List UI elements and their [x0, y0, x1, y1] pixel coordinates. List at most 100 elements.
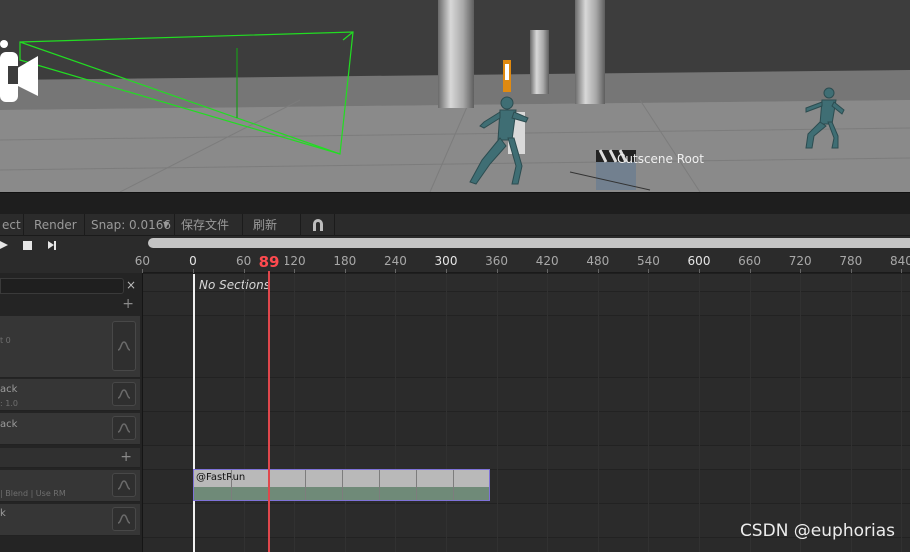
curve-icon: [117, 423, 131, 433]
add-track-button[interactable]: +: [122, 296, 134, 312]
ruler-tick-mark: [749, 269, 751, 273]
curve-icon: [117, 389, 131, 399]
ruler-tick-mark: [597, 269, 599, 273]
ruler-tick-label: 60: [235, 254, 252, 268]
track-list-panel: × + t 0 ack : 1.0 ack + | Blend | Use RM…: [0, 252, 143, 552]
snap-dropdown[interactable]: Snap: 0.0166: [85, 214, 175, 236]
cutscene-root-label[interactable]: Cutscene Root: [617, 152, 704, 166]
grid-line: [446, 274, 447, 552]
ruler-tick-mark: [496, 269, 498, 273]
curve-icon: [117, 341, 131, 351]
clip-frame-divider: [453, 470, 454, 500]
curve-icon: [117, 480, 131, 490]
stop-icon[interactable]: [21, 238, 35, 252]
watermark: CSDN @euphorias: [739, 521, 895, 541]
curve-icon: [117, 514, 131, 524]
clip-label: @FastRun: [196, 472, 246, 483]
chevron-down-icon: ▼: [163, 220, 170, 229]
ruler-tick-label: 720: [788, 254, 812, 268]
curve-button[interactable]: [112, 416, 136, 440]
ruler-tick-label: 420: [535, 254, 559, 268]
ruler-tick-mark: [294, 269, 296, 273]
grid-line: [901, 274, 903, 552]
grid-line: [749, 274, 751, 552]
ruler-tick-mark: [243, 269, 245, 273]
close-icon[interactable]: ×: [126, 278, 136, 292]
grid-line: [294, 274, 296, 552]
panel-divider[interactable]: [0, 192, 910, 214]
track-title: ack: [0, 384, 18, 395]
group-header[interactable]: +: [0, 448, 140, 468]
step-forward-icon[interactable]: [45, 238, 59, 252]
track-search-input[interactable]: [0, 278, 124, 294]
ruler-tick-label: 240: [383, 254, 407, 268]
grid-line: [496, 274, 498, 552]
animation-clip[interactable]: @FastRun: [193, 469, 490, 501]
snap-value: Snap: 0.0166: [91, 218, 172, 232]
curve-button[interactable]: [112, 382, 136, 406]
ruler-tick-label: 300: [434, 254, 458, 268]
ruler-tick-label: 180: [333, 254, 357, 268]
track-sub: t 0: [0, 336, 11, 345]
grid-line: [648, 274, 650, 552]
track-row[interactable]: t 0: [0, 316, 140, 378]
track-title: k: [0, 508, 6, 519]
toolbar-partial-button[interactable]: ect: [0, 214, 24, 236]
render-button[interactable]: Render: [28, 214, 85, 236]
scene-render: [0, 0, 910, 192]
ruler-tick-mark: [344, 269, 346, 273]
playhead-line[interactable]: [268, 262, 270, 552]
curve-button[interactable]: [112, 321, 136, 371]
magnet-button[interactable]: [301, 214, 335, 236]
grid-line: [699, 274, 700, 552]
curve-button[interactable]: [112, 507, 136, 531]
clip-frame-divider: [379, 470, 380, 500]
ruler-tick-mark: [547, 269, 549, 273]
ruler-tick-label: 360: [485, 254, 509, 268]
grid-line: [850, 274, 852, 552]
ruler-tick-label: 540: [636, 254, 660, 268]
grid-line: [344, 274, 346, 552]
grid-line: [243, 274, 245, 552]
ruler-tick-mark: [648, 269, 650, 273]
curve-button[interactable]: [112, 473, 136, 497]
ruler-tick-mark: [850, 269, 852, 273]
ruler-tick-label: 480: [586, 254, 610, 268]
track-title: ack: [0, 419, 18, 430]
ruler-tick-label: 780: [839, 254, 863, 268]
grid-line: [800, 274, 802, 552]
ruler-tick-mark: [193, 269, 194, 273]
grid-line: [547, 274, 549, 552]
ruler-tick-mark: [446, 269, 447, 273]
track-row[interactable]: ack : 1.0: [0, 379, 140, 411]
grid-line: [395, 274, 397, 552]
scene-view[interactable]: Cutscene Root: [0, 0, 910, 192]
clip-frame-divider: [231, 470, 232, 500]
clip-frame-divider: [416, 470, 417, 500]
sequencer-toolbar: ect Render Snap: 0.0166 ▼ 保存文件 刷新: [0, 214, 910, 236]
ruler-tick-mark: [142, 269, 144, 273]
track-sub: : 1.0: [0, 399, 18, 408]
no-sections-label: No Sections: [199, 278, 270, 292]
save-file-button[interactable]: 保存文件: [175, 214, 243, 236]
play-icon[interactable]: [0, 238, 14, 252]
ruler-tick-label: 60: [134, 254, 151, 268]
refresh-button[interactable]: 刷新: [243, 214, 301, 236]
ruler-tick-label: 660: [738, 254, 762, 268]
timeline-scrollbar-thumb[interactable]: [148, 238, 910, 248]
playhead-frame-label[interactable]: 89: [253, 253, 285, 271]
ruler-tick-mark: [699, 269, 700, 273]
ruler-tick-label: 120: [282, 254, 306, 268]
ruler-tick-label: 0: [189, 254, 197, 268]
timeline-track-area[interactable]: No Sections: [143, 274, 910, 552]
ruler-tick-label: 600: [687, 254, 711, 268]
clip-frame-divider: [342, 470, 343, 500]
grid-line: [597, 274, 599, 552]
track-sub: | Blend | Use RM: [0, 489, 66, 498]
ruler-tick-mark: [901, 269, 903, 273]
add-track-button[interactable]: +: [120, 449, 132, 465]
track-row[interactable]: | Blend | Use RM: [0, 470, 140, 502]
track-row[interactable]: ack: [0, 413, 140, 445]
track-row[interactable]: k: [0, 504, 140, 536]
ruler-tick-mark: [800, 269, 802, 273]
